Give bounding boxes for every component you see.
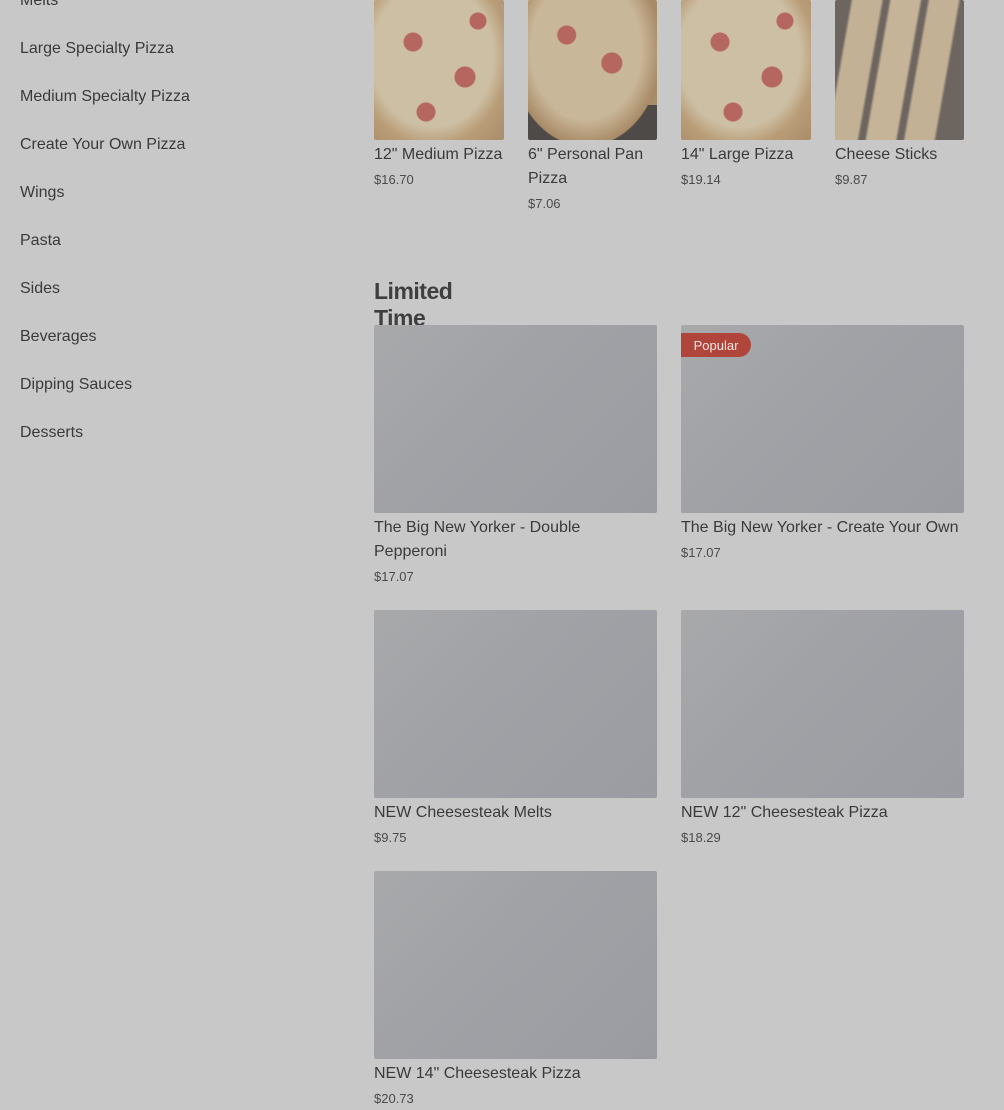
sidebar-item-large-specialty-pizza[interactable]: Large Specialty Pizza xyxy=(20,40,174,58)
menu-item-name[interactable]: The Big New Yorker - Double Pepperoni xyxy=(374,516,657,564)
sidebar-item-sides[interactable]: Sides xyxy=(20,280,60,298)
sidebar-item-melts[interactable]: Melts xyxy=(20,0,58,10)
menu-item-name[interactable]: 12" Medium Pizza xyxy=(374,143,514,167)
menu-item-image[interactable] xyxy=(374,610,657,798)
menu-item-name[interactable]: NEW Cheesesteak Melts xyxy=(374,801,657,825)
menu-item-name[interactable]: NEW 12" Cheesesteak Pizza xyxy=(681,801,964,825)
sidebar-item-desserts[interactable]: Desserts xyxy=(20,424,83,442)
sidebar-item-create-your-own-pizza[interactable]: Create Your Own Pizza xyxy=(20,136,185,154)
menu-item-image[interactable] xyxy=(374,0,504,140)
menu-item-name[interactable]: Cheese Sticks xyxy=(835,143,975,167)
popular-badge: Popular xyxy=(681,333,751,357)
menu-item-image[interactable] xyxy=(681,0,811,140)
menu-item-price: $18.29 xyxy=(681,830,721,845)
menu-item-image[interactable] xyxy=(374,871,657,1059)
menu-item-price: $17.07 xyxy=(374,569,414,584)
menu-item-image[interactable] xyxy=(835,0,964,140)
sidebar-item-wings[interactable]: Wings xyxy=(20,184,64,202)
menu-item-price: $16.70 xyxy=(374,172,414,187)
menu-item-name[interactable]: 14" Large Pizza xyxy=(681,143,821,167)
menu-item-price: $20.73 xyxy=(374,1091,414,1106)
menu-item-image[interactable] xyxy=(528,0,657,140)
menu-item-name[interactable]: 6" Personal Pan Pizza xyxy=(528,143,653,191)
menu-item-price: $19.14 xyxy=(681,172,721,187)
menu-item-price: $7.06 xyxy=(528,196,561,211)
menu-item-name[interactable]: The Big New Yorker - Create Your Own xyxy=(681,516,981,540)
sidebar-item-medium-specialty-pizza[interactable]: Medium Specialty Pizza xyxy=(20,88,190,106)
menu-item-image[interactable] xyxy=(374,325,657,513)
menu-item-name[interactable]: NEW 14" Cheesesteak Pizza xyxy=(374,1062,657,1086)
menu-item-image[interactable] xyxy=(681,610,964,798)
sidebar-item-beverages[interactable]: Beverages xyxy=(20,328,97,346)
sidebar-item-dipping-sauces[interactable]: Dipping Sauces xyxy=(20,376,132,394)
menu-item-price: $9.87 xyxy=(835,172,868,187)
menu-item-price: $17.07 xyxy=(681,545,721,560)
menu-item-price: $9.75 xyxy=(374,830,407,845)
sidebar-item-pasta[interactable]: Pasta xyxy=(20,232,61,250)
